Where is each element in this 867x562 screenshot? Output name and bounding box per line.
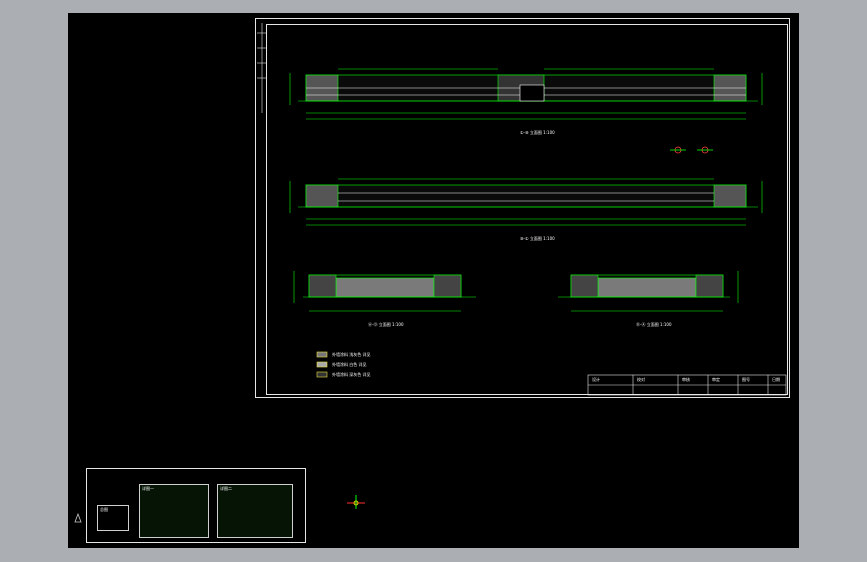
detail-symbols bbox=[670, 146, 713, 154]
elevation-2 bbox=[289, 178, 763, 226]
title-cell-6: 日期 bbox=[772, 377, 780, 382]
sheet-thumbnails[interactable]: 总图 详图一 详图二 bbox=[86, 468, 306, 543]
legend-item-3: 外墙涂料 深灰色 详见 bbox=[332, 372, 371, 377]
north-arrow-icon bbox=[74, 513, 82, 523]
legend-swatches bbox=[316, 351, 328, 378]
thumbnail-sheet-2[interactable]: 详图一 bbox=[139, 484, 209, 538]
sheet-side-strip bbox=[257, 23, 267, 113]
title-cell-3: 审核 bbox=[682, 377, 690, 382]
title-cell-5: 图号 bbox=[742, 377, 750, 382]
elevation-1 bbox=[289, 68, 763, 120]
drawing-viewport[interactable]: ①-⑩ 立面图 1:100 ⑩-① 立面图 1:100 Ⓐ-Ⓓ 立面图 1:10… bbox=[68, 13, 799, 548]
elevation-3 bbox=[293, 271, 476, 312]
thumbnail-sheet-1[interactable]: 总图 bbox=[97, 505, 129, 531]
elevation-4 bbox=[558, 271, 739, 312]
thumbnail-sheet-3[interactable]: 详图二 bbox=[217, 484, 293, 538]
legend-item-1: 外墙涂料 浅灰色 详见 bbox=[332, 352, 371, 357]
title-cell-4: 审定 bbox=[712, 377, 720, 382]
title-cell-2: 校对 bbox=[637, 377, 645, 382]
elevation-2-caption: ⑩-① 立面图 1:100 bbox=[520, 236, 555, 241]
elevation-3-caption: Ⓐ-Ⓓ 立面图 1:100 bbox=[368, 322, 404, 327]
ucs-icon bbox=[347, 495, 365, 509]
legend-item-2: 外墙涂料 白色 详见 bbox=[332, 362, 367, 367]
elevation-1-caption: ①-⑩ 立面图 1:100 bbox=[520, 130, 555, 135]
title-cell-1: 设计 bbox=[592, 377, 600, 382]
elevation-4-caption: Ⓓ-Ⓐ 立面图 1:100 bbox=[636, 322, 672, 327]
